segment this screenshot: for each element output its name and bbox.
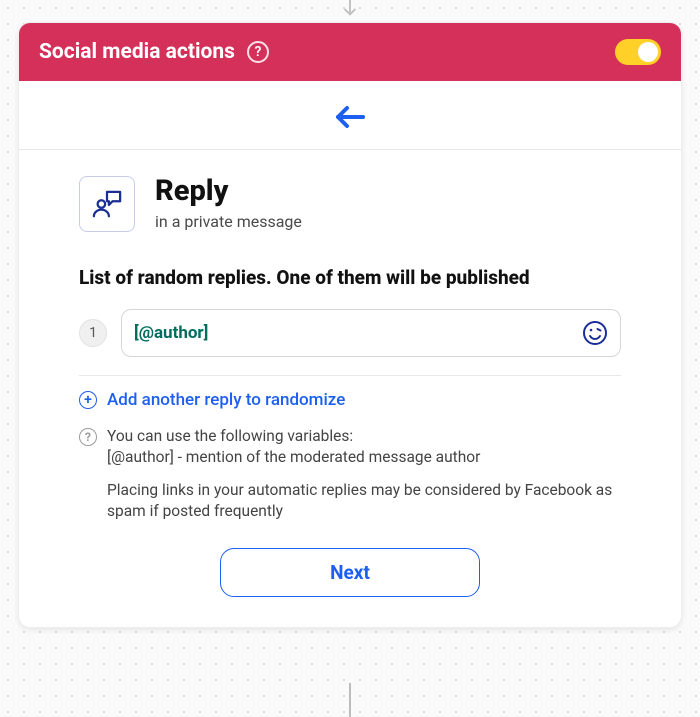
question-circle-icon: ? bbox=[79, 428, 97, 446]
panel-toggle[interactable] bbox=[615, 39, 661, 65]
reply-input-container[interactable] bbox=[121, 309, 621, 357]
reply-title: Reply bbox=[155, 176, 302, 208]
reply-subtitle: in a private message bbox=[155, 212, 302, 231]
panel-header: Social media actions ? bbox=[19, 23, 681, 81]
hint-line1: You can use the following variables: bbox=[107, 427, 353, 445]
plus-circle-icon: + bbox=[79, 391, 97, 409]
panel-topbar bbox=[19, 81, 681, 150]
reply-row: 1 bbox=[79, 309, 621, 357]
row-index-badge: 1 bbox=[79, 319, 107, 347]
reply-header: Reply in a private message bbox=[79, 176, 621, 232]
list-heading: List of random replies. One of them will… bbox=[79, 266, 621, 289]
hint-line3: Placing links in your automatic replies … bbox=[107, 480, 621, 522]
back-arrow-icon[interactable] bbox=[333, 103, 367, 131]
reply-input[interactable] bbox=[134, 323, 572, 343]
bottom-connector-line bbox=[349, 683, 351, 717]
emoji-icon[interactable] bbox=[582, 320, 608, 346]
help-icon[interactable]: ? bbox=[247, 41, 269, 63]
social-actions-panel: Social media actions ? Reply bbox=[18, 22, 682, 628]
panel-title: Social media actions bbox=[39, 40, 235, 64]
top-connector-arrow bbox=[341, 0, 359, 22]
hint-line2: [@author] - mention of the moderated mes… bbox=[107, 448, 480, 466]
add-reply-label: Add another reply to randomize bbox=[107, 390, 345, 410]
next-button[interactable]: Next bbox=[220, 548, 480, 597]
add-reply-link[interactable]: + Add another reply to randomize bbox=[79, 390, 621, 410]
reply-person-icon bbox=[79, 176, 135, 232]
hint-block: ? You can use the following variables: [… bbox=[79, 426, 621, 522]
